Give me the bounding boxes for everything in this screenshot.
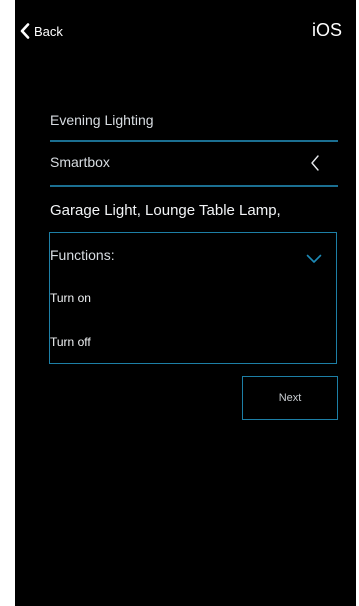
chevron-left-icon (20, 23, 30, 39)
functions-label: Functions: (50, 247, 115, 263)
scene-name-field[interactable]: Evening Lighting (50, 112, 338, 144)
function-option-turn-on[interactable]: Turn on (50, 291, 91, 305)
scene-name-value: Evening Lighting (50, 112, 154, 128)
chevron-left-icon[interactable] (310, 154, 320, 175)
functions-header[interactable]: Functions: (50, 247, 336, 267)
back-label: Back (34, 23, 63, 39)
next-button[interactable]: Next (242, 376, 338, 420)
platform-label: iOS (311, 20, 342, 40)
selected-devices: Garage Light, Lounge Table Lamp, (50, 202, 281, 219)
function-option-turn-off[interactable]: Turn off (50, 335, 91, 349)
smartbox-value: Smartbox (50, 154, 110, 170)
functions-dropdown: Functions: Turn on Turn off (49, 232, 337, 364)
smartbox-selector[interactable]: Smartbox (50, 154, 338, 188)
field-underline (50, 140, 338, 142)
top-bar: Back iOS (0, 0, 359, 48)
chevron-down-icon[interactable] (306, 251, 322, 269)
back-button[interactable]: Back (20, 20, 63, 42)
app-screen: Back iOS Evening Lighting Smartbox Garag… (0, 0, 359, 606)
field-underline (50, 185, 338, 187)
